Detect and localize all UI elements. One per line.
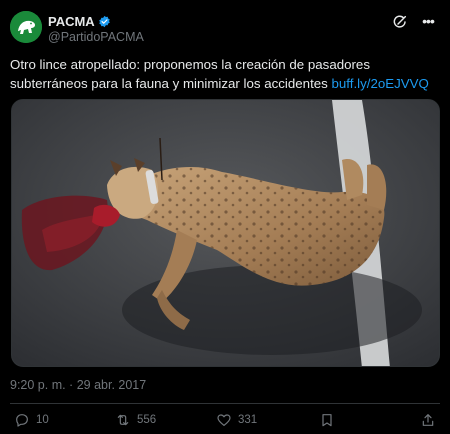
reply-button[interactable]: 10 bbox=[14, 412, 49, 428]
tweet-photo[interactable] bbox=[11, 99, 440, 367]
reply-icon bbox=[16, 414, 28, 427]
author-names: PACMA @PartidoPACMA bbox=[48, 13, 144, 45]
avatar[interactable] bbox=[10, 11, 42, 43]
tweet-timestamp[interactable]: 9:20 p. m. · 29 abr. 2017 bbox=[10, 378, 146, 392]
like-count: 331 bbox=[238, 414, 258, 426]
heart-icon bbox=[217, 414, 231, 426]
photo-icon bbox=[12, 100, 439, 366]
more-options-icon[interactable]: ••• bbox=[420, 14, 436, 30]
tweet-header: PACMA @PartidoPACMA ••• bbox=[10, 8, 440, 48]
display-name-row[interactable]: PACMA bbox=[48, 13, 144, 29]
tweet-link[interactable]: buff.ly/2oEJVVQ bbox=[332, 76, 429, 91]
divider bbox=[10, 403, 440, 404]
tweet-card[interactable]: PACMA @PartidoPACMA ••• Otro lince atrop… bbox=[0, 0, 450, 434]
like-button[interactable]: 331 bbox=[216, 412, 257, 428]
retweet-icon bbox=[117, 414, 129, 426]
share-icon bbox=[422, 414, 434, 426]
bookmark-button[interactable] bbox=[319, 412, 335, 428]
bookmark-icon bbox=[322, 414, 332, 427]
display-name[interactable]: PACMA bbox=[48, 14, 95, 29]
tweet-actions: 10 556 331 bbox=[10, 412, 440, 432]
handle[interactable]: @PartidoPACMA bbox=[48, 30, 144, 44]
verified-badge-icon bbox=[98, 15, 110, 27]
grok-icon[interactable] bbox=[392, 14, 408, 30]
tweet-text: Otro lince atropellado: proponemos la cr… bbox=[10, 55, 440, 93]
retweet-count: 556 bbox=[137, 414, 157, 426]
tweet-body: Otro lince atropellado: proponemos la cr… bbox=[10, 57, 370, 91]
share-button[interactable] bbox=[420, 412, 436, 428]
pacma-logo-icon bbox=[10, 11, 42, 43]
retweet-button[interactable]: 556 bbox=[115, 412, 156, 428]
reply-count: 10 bbox=[36, 414, 49, 426]
